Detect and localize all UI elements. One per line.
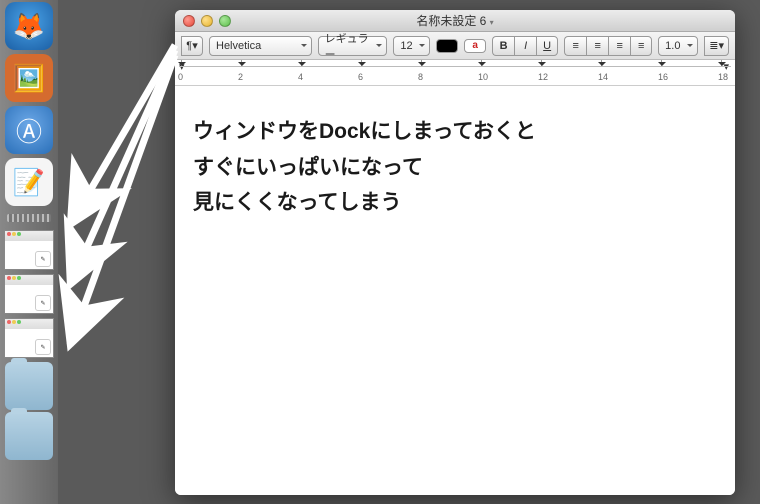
font-size-select[interactable]: 12 <box>393 36 430 56</box>
textedit-icon: 📝 <box>13 167 45 198</box>
titlebar[interactable]: 名称未設定 6 ▾ <box>175 10 735 32</box>
document-body[interactable]: ウィンドウをDockにしまっておくと すぐにいっぱいになって 見にくくなってしま… <box>175 86 735 495</box>
align-left-button[interactable]: ≡ <box>564 36 586 56</box>
dock-minimized-window-2[interactable]: ✎ <box>4 274 54 314</box>
dock-separator <box>7 214 51 222</box>
dock-app-firefox[interactable]: 🦊 <box>5 2 53 50</box>
italic-button[interactable]: I <box>514 36 536 56</box>
body-line: すぐにいっぱいになって <box>193 150 717 186</box>
alignment-buttons: ≡ ≡ ≡ ≡ <box>564 36 652 56</box>
line-spacing-select[interactable]: 1.0 <box>658 36 698 56</box>
dock-app-image[interactable]: 🖼️ <box>5 54 53 102</box>
font-style-select[interactable]: レギュラー <box>318 36 388 56</box>
list-button[interactable]: ≣▾ <box>704 36 729 56</box>
ruler[interactable]: ▾ ▾ 024681012141618 <box>175 60 735 86</box>
title-dropdown-icon[interactable]: ▾ <box>490 18 494 27</box>
appstore-icon: Ⓐ <box>16 112 42 149</box>
dock-minimized-window-3[interactable]: ✎ <box>4 318 54 358</box>
textedit-badge-icon: ✎ <box>35 295 51 311</box>
dock-folder-1[interactable] <box>5 362 53 410</box>
textedit-badge-icon: ✎ <box>35 339 51 355</box>
highlight-color-button[interactable]: a <box>464 39 486 53</box>
window-title: 名称未設定 6 ▾ <box>175 12 735 29</box>
textedit-badge-icon: ✎ <box>35 251 51 267</box>
bold-button[interactable]: B <box>492 36 514 56</box>
body-line: ウィンドウをDockにしまっておくと <box>193 114 717 150</box>
image-icon: 🖼️ <box>13 63 45 94</box>
align-center-button[interactable]: ≡ <box>586 36 608 56</box>
body-line: 見にくくなってしまう <box>193 185 717 221</box>
dock: 🦊 🖼️ Ⓐ 📝 ✎ ✎ ✎ <box>0 0 58 504</box>
firefox-icon: 🦊 <box>13 11 45 42</box>
underline-button[interactable]: U <box>536 36 558 56</box>
format-toolbar: ¶▾ Helvetica レギュラー 12 a B I U ≡ ≡ ≡ ≡ 1.… <box>175 32 735 60</box>
font-family-select[interactable]: Helvetica <box>209 36 312 56</box>
dock-app-appstore[interactable]: Ⓐ <box>5 106 53 154</box>
annotation-arrows <box>55 40 185 400</box>
dock-minimized-window-1[interactable]: ✎ <box>4 230 54 270</box>
align-right-button[interactable]: ≡ <box>608 36 630 56</box>
dock-app-textedit[interactable]: 📝 <box>5 158 53 206</box>
textedit-window: 名称未設定 6 ▾ ¶▾ Helvetica レギュラー 12 a B I U … <box>175 10 735 495</box>
dock-folder-2[interactable] <box>5 412 53 460</box>
align-justify-button[interactable]: ≡ <box>630 36 652 56</box>
text-color-button[interactable] <box>436 39 458 53</box>
